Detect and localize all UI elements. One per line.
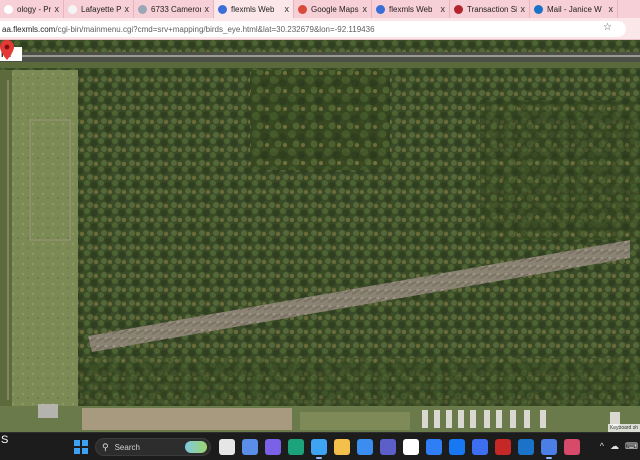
facebook-icon[interactable] — [449, 439, 465, 455]
cloud-icon[interactable]: ☁ — [610, 441, 619, 452]
search-highlight-icon — [185, 441, 207, 453]
tab-close-icon[interactable]: x — [281, 4, 290, 14]
satellite-map[interactable]: ite Keyboard sh — [0, 40, 640, 432]
teams-icon[interactable] — [380, 439, 396, 455]
tab-title: Mail - Janice W — [547, 4, 602, 14]
system-tray[interactable]: ^ ☁ ⌨ — [600, 441, 638, 452]
url-domain: aa.flexmls.com — [2, 24, 56, 34]
amazon-icon[interactable] — [403, 439, 419, 455]
browser-tab-strip: ology - ProdxLafayette Parishx6733 Camer… — [0, 0, 640, 18]
task-view-icon[interactable] — [219, 439, 235, 455]
tab-close-icon[interactable]: x — [437, 4, 446, 14]
outlook-icon[interactable] — [518, 439, 534, 455]
tab-title: Transaction Sign — [467, 4, 517, 14]
bookmark-star-icon[interactable]: ☆ — [603, 22, 612, 33]
tab-favicon-icon — [298, 4, 307, 14]
tab-favicon-icon — [68, 4, 77, 14]
url-path: /cgi-bin/mainmenu.cgi?cmd=srv+mapping/bi… — [55, 24, 375, 34]
search-icon: ⚲ — [102, 441, 109, 452]
dropbox-icon[interactable] — [426, 439, 442, 455]
keyboard-icon[interactable]: ⌨ — [625, 441, 638, 452]
remote-tool-icon[interactable] — [564, 439, 580, 455]
browser-tab[interactable]: ology - Prodx — [0, 0, 64, 18]
browser-tab[interactable]: Google Maps x — [294, 0, 372, 18]
file-explorer-icon[interactable] — [334, 439, 350, 455]
edge-browser-icon[interactable] — [288, 439, 304, 455]
tab-title: flexmls Web — [231, 4, 275, 14]
tab-favicon-icon — [376, 4, 385, 14]
browser-toolbar: aa.flexmls.com/cgi-bin/mainmenu.cgi?cmd=… — [0, 18, 640, 40]
address-bar[interactable]: aa.flexmls.com/cgi-bin/mainmenu.cgi?cmd=… — [0, 21, 626, 37]
tab-title: 6733 Cameron — [151, 4, 201, 14]
tab-title: Google Maps — [311, 4, 359, 14]
url-text: aa.flexmls.com/cgi-bin/mainmenu.cgi?cmd=… — [2, 25, 375, 34]
tab-close-icon[interactable]: x — [605, 4, 614, 14]
browser-tab[interactable]: Transaction Signx — [450, 0, 530, 18]
aerial-imagery — [0, 40, 640, 432]
windows-taskbar: S ⚲ Search ^ ☁ ⌨ — [0, 432, 640, 460]
tab-favicon-icon — [4, 4, 13, 14]
browser-tab[interactable]: 6733 Cameron x — [134, 0, 214, 18]
tab-favicon-icon — [218, 4, 227, 14]
store-icon[interactable] — [357, 439, 373, 455]
tab-favicon-icon — [534, 4, 543, 14]
tab-close-icon[interactable]: x — [359, 4, 368, 14]
browser-tab[interactable]: flexmls Web x — [372, 0, 450, 18]
browser-tab[interactable]: Mail - Janice Wx — [530, 0, 618, 18]
tab-close-icon[interactable]: x — [121, 4, 130, 14]
tab-title: ology - Prod — [17, 4, 51, 14]
map-pin-icon[interactable] — [0, 40, 14, 60]
map-attribution[interactable]: Keyboard sh — [607, 424, 640, 432]
browser-tab[interactable]: Lafayette Parishx — [64, 0, 134, 18]
search-placeholder: Search — [114, 442, 140, 452]
taskbar-left-text: S — [1, 434, 9, 446]
taskbar-search-box[interactable]: ⚲ Search — [95, 438, 211, 456]
windows-start-icon[interactable] — [74, 440, 88, 454]
tab-title: Lafayette Parish — [81, 4, 121, 14]
browser-tab[interactable]: flexmls Web x — [214, 0, 294, 18]
chrome-browser-icon[interactable] — [311, 439, 327, 459]
news-icon[interactable] — [495, 439, 511, 455]
tab-close-icon[interactable]: x — [51, 4, 60, 14]
tab-close-icon[interactable]: x — [201, 4, 210, 14]
tray-overflow-icon[interactable]: ^ — [600, 441, 604, 452]
chat-app-icon[interactable] — [265, 439, 281, 455]
tab-favicon-icon — [454, 4, 463, 14]
tab-close-icon[interactable]: x — [517, 4, 526, 14]
flexmls-pinned-icon[interactable] — [541, 439, 557, 459]
files-app-icon[interactable] — [242, 439, 258, 455]
tab-favicon-icon — [138, 4, 147, 14]
media-icon[interactable] — [472, 439, 488, 455]
tab-title: flexmls Web — [389, 4, 433, 14]
